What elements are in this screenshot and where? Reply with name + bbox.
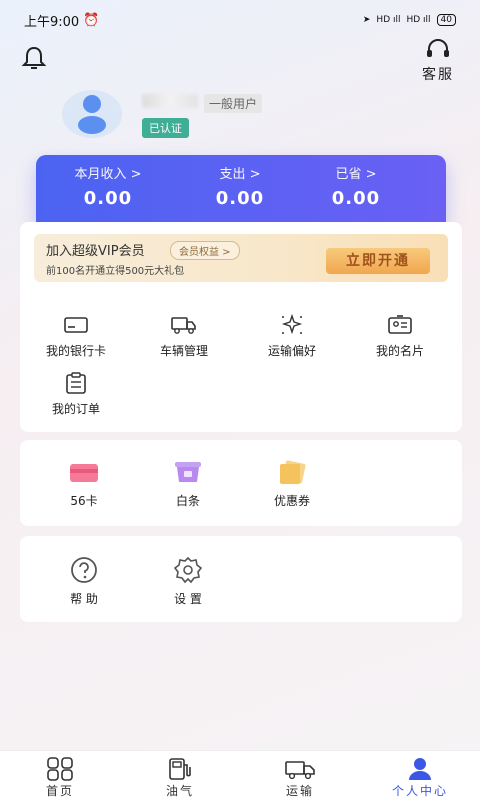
stat-label: 支出 >	[219, 167, 261, 182]
grid-label: 白条	[175, 494, 200, 508]
signal-icon-2: HD ıll	[406, 15, 431, 25]
grid-item-bank-card[interactable]: 我的银行卡	[26, 314, 126, 359]
stat-value: 0.00	[331, 188, 381, 209]
location-icon: ➤	[362, 15, 371, 25]
grid-item-business-card[interactable]: 我的名片	[350, 314, 450, 359]
transport-truck-icon	[285, 761, 315, 780]
iou-icon	[175, 462, 201, 482]
battery-icon: 40	[436, 14, 456, 26]
bell-icon[interactable]	[20, 44, 48, 72]
vip-banner[interactable]: 加入超级VIP会员 会员权益 > 前100名开通立得500元大礼包 立即开通	[34, 234, 448, 282]
grid-item-vehicles[interactable]: 车辆管理	[134, 314, 234, 359]
wallet-card: 56卡 白条 优惠券	[20, 440, 462, 526]
status-bar: 上午9:00 ⏰ ➤ HD ıll HD ıll 40	[0, 0, 480, 40]
tab-home[interactable]: 首页	[0, 751, 120, 800]
grid-label: 设 置	[174, 592, 202, 606]
stat-income[interactable]: 本月收入 > 0.00	[48, 163, 168, 209]
tab-fuel[interactable]: 油气	[120, 751, 240, 800]
grid-item-orders[interactable]: 我的订单	[26, 372, 126, 417]
verified-badge: 已认证	[142, 118, 189, 138]
avatar[interactable]	[62, 90, 122, 138]
signal-icon: HD ıll	[376, 15, 401, 25]
grid-label: 优惠券	[273, 494, 310, 508]
tab-label: 油气	[165, 784, 194, 798]
stat-value: 0.00	[83, 188, 133, 209]
grid-item-transport-preference[interactable]: 运输偏好	[242, 314, 342, 359]
tab-label: 首页	[45, 784, 74, 798]
settings-icon	[173, 556, 203, 584]
vip-subtitle: 前100名开通立得500元大礼包	[46, 266, 185, 277]
grid-item-help[interactable]: 帮 助	[34, 556, 134, 607]
grid-label: 56卡	[70, 494, 98, 508]
stat-saved[interactable]: 已省 > 0.00	[296, 163, 416, 209]
user-name-redacted	[142, 94, 198, 108]
stat-label: 本月收入 >	[74, 167, 142, 182]
fuel-icon	[169, 758, 191, 780]
grid-item-56-card[interactable]: 56卡	[34, 460, 134, 509]
bottom-tab-bar: 首页 油气 运输 个人中心	[0, 750, 480, 800]
vip-open-button[interactable]: 立即开通	[326, 248, 430, 274]
service-label: 客服	[422, 67, 454, 83]
misc-card: 帮 助 设 置	[20, 536, 462, 622]
help-icon	[71, 557, 97, 583]
truck-icon	[171, 317, 196, 334]
vip-benefits-tag[interactable]: 会员权益 >	[170, 241, 240, 260]
sparkle-icon	[281, 314, 303, 335]
tab-personal-center[interactable]: 个人中心	[360, 751, 480, 800]
stat-expense[interactable]: 支出 > 0.00	[180, 163, 300, 209]
user-type-badge: 一般用户	[204, 94, 263, 113]
stat-value: 0.00	[215, 188, 265, 209]
grid-label: 运输偏好	[267, 344, 316, 358]
grid-item-coupon[interactable]: 优惠券	[242, 460, 342, 509]
stat-label: 已省 >	[335, 167, 377, 182]
bank-card-icon	[64, 317, 88, 333]
grid-item-iou[interactable]: 白条	[138, 460, 238, 509]
stats-card: 本月收入 > 0.00 支出 > 0.00 已省 > 0.00	[36, 155, 446, 225]
main-features-card: 加入超级VIP会员 会员权益 > 前100名开通立得500元大礼包 立即开通 我…	[20, 222, 462, 432]
alarm-icon: ⏰	[83, 12, 100, 28]
tab-label: 个人中心	[391, 784, 448, 798]
headset-icon	[427, 39, 449, 57]
home-grid-icon	[47, 757, 73, 781]
coupon-icon	[280, 460, 306, 484]
grid-label: 帮 助	[70, 592, 98, 606]
clipboard-icon	[66, 372, 86, 394]
vip-title: 加入超级VIP会员	[46, 244, 145, 259]
status-time: 上午9:00	[24, 14, 80, 30]
tab-transport[interactable]: 运输	[240, 751, 360, 800]
grid-label: 我的银行卡	[45, 344, 106, 358]
card-56-icon	[70, 464, 98, 482]
grid-label: 我的订单	[51, 402, 100, 416]
customer-service-button[interactable]: 客服	[416, 38, 460, 84]
grid-label: 我的名片	[375, 344, 424, 358]
grid-label: 车辆管理	[159, 344, 208, 358]
person-icon	[409, 758, 431, 780]
grid-item-settings[interactable]: 设 置	[138, 556, 238, 607]
id-card-icon	[388, 315, 412, 334]
tab-label: 运输	[285, 784, 314, 798]
